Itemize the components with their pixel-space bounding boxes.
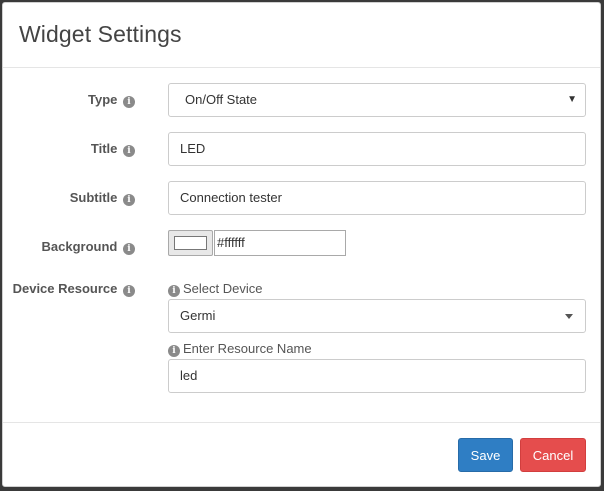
resource-name-label: i Enter Resource Name <box>168 341 312 357</box>
resource-name-value: led <box>180 368 198 383</box>
info-icon[interactable]: i <box>123 145 135 157</box>
info-icon[interactable]: i <box>123 96 135 108</box>
device-resource-label-text: Device Resource <box>12 281 118 296</box>
modal-title: Widget Settings <box>19 21 182 47</box>
info-icon[interactable]: i <box>168 345 180 357</box>
select-device-label-text: Select Device <box>183 281 263 296</box>
device-select-value: Germi <box>180 308 216 323</box>
background-label: Background i <box>0 239 135 255</box>
title-row: Title i LED <box>3 132 600 166</box>
background-row: Background i #ffffff <box>3 230 600 256</box>
title-label-text: Title <box>90 141 118 156</box>
modal-footer: Save Cancel <box>3 422 600 486</box>
device-select[interactable]: Germi <box>168 299 586 333</box>
subtitle-row: Subtitle i Connection tester <box>3 181 600 215</box>
info-icon[interactable]: i <box>123 194 135 206</box>
modal-header: Widget Settings <box>3 3 600 68</box>
title-input-value: LED <box>180 141 206 156</box>
caret-down-icon: ▼ <box>567 94 577 105</box>
info-icon[interactable]: i <box>168 285 180 297</box>
subtitle-label: Subtitle i <box>0 190 135 206</box>
chevron-down-icon <box>565 314 573 319</box>
type-label: Type i <box>0 92 135 108</box>
color-picker-button[interactable] <box>168 230 213 256</box>
background-hex-value: #ffffff <box>217 235 245 250</box>
color-swatch <box>174 236 207 250</box>
device-resource-row: Device Resource i i Select Device Germi i… <box>3 280 600 400</box>
info-icon[interactable]: i <box>123 243 135 255</box>
type-row: Type i On/Off State ▼ <box>3 83 600 117</box>
select-device-label: i Select Device <box>168 281 262 297</box>
subtitle-input[interactable]: Connection tester <box>168 181 586 215</box>
cancel-button[interactable]: Cancel <box>520 438 586 472</box>
resource-name-input[interactable]: led <box>168 359 586 393</box>
type-select[interactable]: On/Off State ▼ <box>168 83 586 117</box>
type-select-value: On/Off State <box>185 92 258 107</box>
subtitle-label-text: Subtitle <box>69 190 118 205</box>
info-icon[interactable]: i <box>123 285 135 297</box>
modal-body: Type i On/Off State ▼ Title i LED Subtit… <box>3 68 600 422</box>
background-hex-input[interactable]: #ffffff <box>214 230 346 256</box>
background-label-text: Background <box>41 239 118 254</box>
type-label-text: Type <box>87 92 118 107</box>
resource-name-label-text: Enter Resource Name <box>183 341 312 356</box>
save-button[interactable]: Save <box>458 438 513 472</box>
title-input[interactable]: LED <box>168 132 586 166</box>
widget-settings-modal: Widget Settings Type i On/Off State ▼ Ti… <box>2 2 601 487</box>
title-label: Title i <box>0 141 135 157</box>
subtitle-input-value: Connection tester <box>180 190 282 205</box>
device-resource-label: Device Resource i <box>0 281 135 297</box>
